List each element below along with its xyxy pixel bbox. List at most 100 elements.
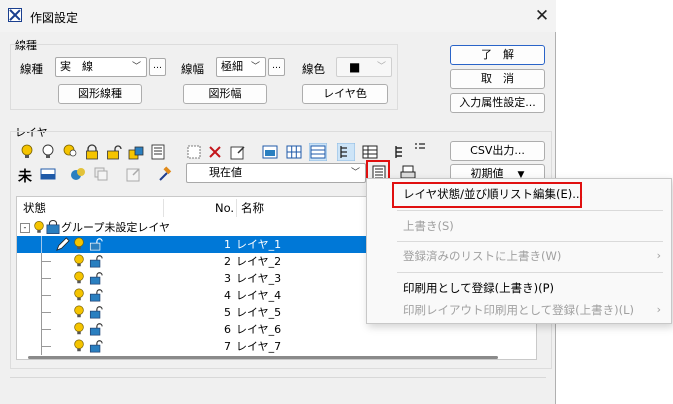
shape-width-button[interactable]: 図形幅 bbox=[183, 84, 267, 104]
shape-linetype-button[interactable]: 図形線種 bbox=[58, 84, 142, 104]
row-name: レイヤ_5 bbox=[236, 306, 282, 319]
bulb-on-icon bbox=[74, 322, 84, 335]
row-name: レイヤ_1 bbox=[236, 238, 282, 251]
pencil-icon bbox=[56, 237, 70, 251]
title-bar: 作図設定 ✕ bbox=[0, 0, 556, 32]
column-header-state[interactable]: 状態 bbox=[23, 197, 46, 219]
bulb-on-icon bbox=[74, 237, 84, 250]
unlock-icon bbox=[89, 306, 103, 319]
menu-item-overwrite[interactable]: 上書き(S) bbox=[367, 215, 671, 237]
chevron-down-icon: ﹀ bbox=[131, 62, 141, 72]
unlock-icon bbox=[89, 238, 103, 251]
properties-icon[interactable] bbox=[230, 144, 246, 160]
tree-view-icon[interactable] bbox=[337, 143, 355, 161]
linetype-value: 実 線 bbox=[60, 60, 93, 73]
window-title: 作図設定 bbox=[30, 11, 79, 25]
bulb-on-icon bbox=[34, 221, 44, 233]
linewidth-more-button[interactable]: … bbox=[268, 58, 285, 76]
delete-icon[interactable] bbox=[207, 144, 223, 160]
lock-group-icon bbox=[46, 220, 60, 234]
linecolor-combo[interactable]: ■ ﹀ bbox=[336, 57, 392, 77]
linewidth-combo[interactable]: 極細 ﹀ bbox=[216, 57, 266, 77]
table-row[interactable]: 2 レイヤ_2 bbox=[17, 253, 387, 270]
copy-layer-icon bbox=[94, 167, 108, 181]
chevron-down-icon: ﹀ bbox=[376, 62, 386, 72]
linewidth-label: 線幅 bbox=[181, 62, 204, 76]
ok-button[interactable]: 了 解 bbox=[450, 45, 545, 65]
column-header-no[interactable]: No. bbox=[215, 197, 234, 219]
group-name: グループ未設定レイヤ bbox=[61, 221, 171, 234]
unlock-icon bbox=[89, 272, 103, 285]
row-no: 6 bbox=[224, 323, 231, 336]
close-button[interactable]: ✕ bbox=[530, 4, 554, 28]
row-no: 7 bbox=[224, 340, 231, 353]
linetype-more-button[interactable]: … bbox=[149, 58, 166, 76]
row-name: レイヤ_7 bbox=[236, 340, 282, 353]
globe-layers-icon[interactable] bbox=[70, 166, 86, 182]
table-row[interactable]: 6 レイヤ_6 bbox=[17, 321, 387, 338]
view-list-icon[interactable] bbox=[309, 143, 327, 161]
row-no: 3 bbox=[224, 272, 231, 285]
column-header-name[interactable]: 名称 bbox=[241, 197, 264, 219]
unlock-icon bbox=[89, 323, 103, 336]
table-row[interactable]: 7 レイヤ_7 bbox=[17, 338, 387, 355]
linecolor-label: 線色 bbox=[302, 62, 325, 76]
menu-item-label: 登録済みのリストに上書き(W) bbox=[403, 249, 562, 263]
row-name: レイヤ_4 bbox=[236, 289, 282, 302]
row-name: レイヤ_6 bbox=[236, 323, 282, 336]
row-no: 4 bbox=[224, 289, 231, 302]
edit-layer-icon bbox=[126, 168, 140, 182]
menu-separator bbox=[397, 210, 663, 211]
table-row[interactable]: 4 レイヤ_4 bbox=[17, 287, 387, 304]
input-attribute-settings-button[interactable]: 入力属性設定... bbox=[450, 93, 545, 113]
current-value-combo[interactable]: 現在値 ﹀ bbox=[186, 163, 366, 183]
submenu-arrow-icon: › bbox=[656, 249, 661, 262]
hierarchy-icon[interactable] bbox=[393, 144, 409, 160]
collapse-icon[interactable]: - bbox=[20, 223, 30, 233]
row-name: レイヤ_2 bbox=[236, 255, 282, 268]
list-bullets-icon[interactable] bbox=[414, 142, 426, 152]
list-icon[interactable] bbox=[150, 144, 166, 160]
menu-item-label: 印刷レイアウト印刷用として登録(上書き)(L) bbox=[403, 303, 635, 317]
view-grid-icon[interactable] bbox=[286, 144, 302, 160]
lock-icon[interactable] bbox=[84, 144, 100, 160]
layer-fill-icon[interactable] bbox=[40, 166, 56, 182]
bulb-on-icon[interactable] bbox=[19, 144, 35, 160]
linetype-label: 線種 bbox=[20, 62, 43, 76]
menu-item-overwrite-registered[interactable]: 登録済みのリストに上書き(W) › bbox=[367, 245, 671, 267]
new-layer-icon[interactable] bbox=[186, 144, 202, 160]
linecolor-swatch: ■ bbox=[349, 60, 361, 74]
unset-layer-label[interactable]: 未 bbox=[18, 166, 32, 186]
bulb-off-icon[interactable] bbox=[40, 144, 56, 160]
table-view-icon[interactable] bbox=[362, 144, 378, 160]
cancel-button[interactable]: 取 消 bbox=[450, 69, 545, 89]
menu-item-register-for-layout-print[interactable]: 印刷レイアウト印刷用として登録(上書き)(L) › bbox=[367, 299, 671, 321]
view-single-icon[interactable] bbox=[262, 144, 278, 160]
table-row[interactable]: 1 レイヤ_1 bbox=[17, 236, 387, 253]
bulb-on-icon bbox=[74, 288, 84, 301]
bulb-on-icon bbox=[74, 339, 84, 352]
highlight-box-menu-item bbox=[392, 182, 582, 208]
linewidth-value: 極細 bbox=[221, 60, 243, 73]
chevron-down-icon: ﹀ bbox=[350, 168, 360, 178]
unlock-icon bbox=[89, 289, 103, 302]
unlock-icon[interactable] bbox=[106, 144, 122, 160]
table-row[interactable]: 3 レイヤ_3 bbox=[17, 270, 387, 287]
csv-export-button[interactable]: CSV出力... bbox=[450, 141, 545, 161]
group-row[interactable]: - グループ未設定レイヤ bbox=[17, 219, 387, 236]
horizontal-scrollbar[interactable] bbox=[28, 356, 498, 359]
bulb-on-icon bbox=[74, 305, 84, 318]
hammer-icon[interactable] bbox=[156, 166, 172, 182]
context-menu: レイヤ状態/並び順リスト編集(E)... 上書き(S) 登録済みのリストに上書き… bbox=[366, 178, 672, 324]
menu-item-register-for-print[interactable]: 印刷用として登録(上書き)(P) bbox=[367, 277, 671, 299]
lock-group-icon[interactable] bbox=[128, 144, 144, 160]
bulb-toggle-icon[interactable] bbox=[62, 144, 78, 160]
row-name: レイヤ_3 bbox=[236, 272, 282, 285]
table-row[interactable]: 5 レイヤ_5 bbox=[17, 304, 387, 321]
app-icon bbox=[8, 8, 22, 22]
menu-item-label: 上書き(S) bbox=[403, 219, 454, 233]
linetype-combo[interactable]: 実 線 ﹀ bbox=[55, 57, 147, 77]
layer-color-button[interactable]: レイヤ色 bbox=[302, 84, 388, 104]
submenu-arrow-icon: › bbox=[656, 303, 661, 316]
menu-separator bbox=[397, 241, 663, 242]
